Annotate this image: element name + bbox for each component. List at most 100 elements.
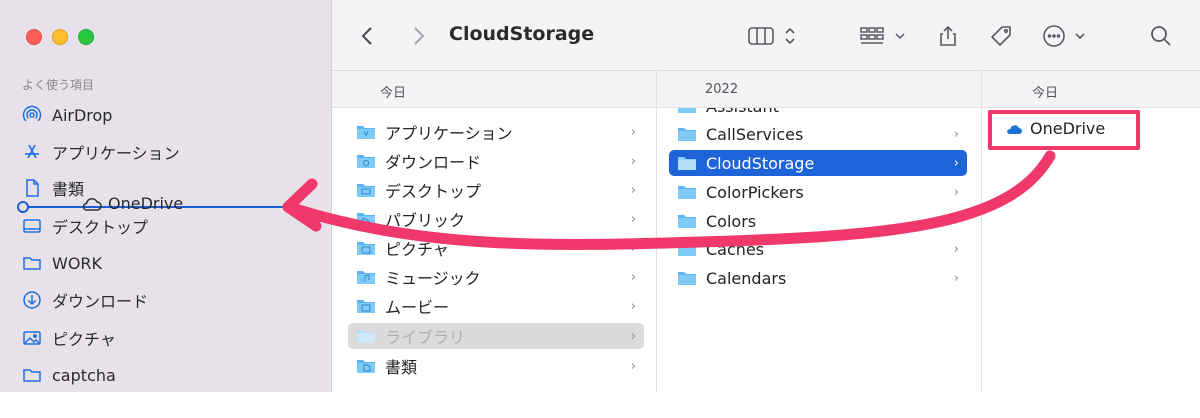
tag-icon <box>990 26 1011 47</box>
dragged-item-label: OneDrive <box>108 194 184 213</box>
sidebar-item-label: ダウンロード <box>52 292 149 311</box>
sidebar-item-label: ピクチャ <box>52 330 116 349</box>
list-item[interactable]: デスクトップ › <box>348 177 644 203</box>
list-item[interactable]: Caches › <box>669 236 967 262</box>
sidebar-item-label: アプリケーション <box>52 144 180 163</box>
list-item-selected[interactable]: CloudStorage › <box>669 150 967 176</box>
sidebar-item-captcha[interactable]: captcha <box>22 361 116 389</box>
folder-icon <box>678 157 696 170</box>
column-header-label: 今日 <box>1032 86 1059 101</box>
list-item-label: デスクトップ <box>385 182 482 201</box>
list-item-dimmed[interactable]: ライブラリ › <box>348 323 644 349</box>
list-item-label: ピクチャ <box>385 240 449 259</box>
list-item[interactable]: ダウンロード › <box>348 148 644 174</box>
list-item[interactable]: アプリケーション › <box>348 119 644 145</box>
page-bottom-margin <box>0 392 1200 418</box>
minimize-window-button[interactable] <box>52 29 68 45</box>
list-item-label: パブリック <box>385 211 466 230</box>
chevron-right-icon: › <box>953 214 959 229</box>
list-item[interactable]: ムービー › <box>348 293 644 319</box>
list-item[interactable]: ミュージック › <box>348 264 644 290</box>
chevron-right-icon: › <box>630 125 636 140</box>
sidebar-item-desktop[interactable]: デスクトップ <box>22 212 148 240</box>
forward-button[interactable] <box>406 22 430 50</box>
chevron-right-icon: › <box>630 299 636 314</box>
view-mode-button[interactable] <box>746 22 800 50</box>
column-header-label: 2022 <box>705 82 739 97</box>
column-library: Assistant 2022 CallServices › CloudStora… <box>657 71 982 392</box>
folder-icon <box>357 242 375 255</box>
sidebar-item-label: WORK <box>52 253 103 273</box>
ellipsis-circle-icon <box>1043 25 1085 47</box>
folder-icon <box>357 213 375 226</box>
list-item[interactable]: パブリック › <box>348 206 644 232</box>
sidebar: よく使う項目 AirDrop アプリケーション 書類 デスクトップ WORK ダ… <box>0 0 332 392</box>
folder-icon <box>357 330 375 343</box>
folder-icon <box>678 215 696 228</box>
cloud-icon <box>82 197 102 211</box>
list-item-label: ムービー <box>385 298 450 317</box>
list-item-label: ColorPickers <box>706 182 804 202</box>
list-item[interactable]: 書類 › <box>348 353 644 379</box>
list-item[interactable]: ピクチャ › <box>348 235 644 261</box>
folder-icon <box>357 300 375 313</box>
document-icon <box>22 178 42 198</box>
folder-icon <box>22 365 42 385</box>
sidebar-item-label: captcha <box>52 365 116 385</box>
tag-button[interactable] <box>988 22 1014 50</box>
list-item-label: CloudStorage <box>706 153 815 173</box>
download-icon <box>22 290 42 310</box>
list-item-label: ダウンロード <box>385 153 482 172</box>
pictures-icon <box>22 328 42 348</box>
toolbar: CloudStorage <box>332 0 1200 71</box>
folder-icon <box>678 186 696 199</box>
column-view-icon <box>748 27 795 45</box>
chevron-right-icon: › <box>953 127 959 142</box>
folder-icon <box>357 271 375 284</box>
chevron-right-icon: › <box>630 154 636 169</box>
close-window-button[interactable] <box>26 29 42 45</box>
list-item-label: Colors <box>706 211 757 231</box>
chevron-right-icon: › <box>630 241 636 256</box>
column-header: 2022 <box>657 71 981 108</box>
list-item-label: ライブラリ <box>385 328 466 347</box>
window-title: CloudStorage <box>449 23 595 45</box>
folder-icon <box>22 253 42 273</box>
folder-icon <box>357 360 375 373</box>
sidebar-item-applications[interactable]: アプリケーション <box>22 138 180 166</box>
chevron-right-icon: › <box>630 359 636 374</box>
dragged-item-ghost[interactable]: OneDrive <box>80 194 183 213</box>
list-item-label: Caches <box>706 239 765 259</box>
sidebar-item-pictures[interactable]: ピクチャ <box>22 324 116 352</box>
back-button[interactable] <box>356 22 380 50</box>
more-actions-button[interactable] <box>1042 22 1090 50</box>
chevron-right-icon: › <box>630 329 636 344</box>
sidebar-item-work[interactable]: WORK <box>22 249 102 277</box>
chevron-right-icon: › <box>953 271 959 286</box>
list-item[interactable]: CallServices › <box>669 121 967 147</box>
chevron-right-icon: › <box>953 242 959 257</box>
sidebar-item-label: デスクトップ <box>52 218 149 237</box>
list-item-label: CallServices <box>706 124 804 144</box>
sidebar-item-downloads[interactable]: ダウンロード <box>22 286 148 314</box>
share-button[interactable] <box>936 22 960 50</box>
annotation-highlight-box <box>988 110 1140 150</box>
chevron-left-icon <box>361 27 372 45</box>
drop-insertion-dot <box>17 201 29 213</box>
column-home: 今日 アプリケーション › ダウンロード › デスクトップ › パブリック › … <box>332 71 657 392</box>
list-item[interactable]: Colors › <box>669 208 967 234</box>
chevron-right-icon: › <box>953 156 959 171</box>
group-button[interactable] <box>858 22 910 50</box>
chevron-right-icon: › <box>953 185 959 200</box>
sidebar-item-documents[interactable]: 書類 <box>22 174 84 202</box>
search-button[interactable] <box>1149 22 1173 50</box>
list-item[interactable]: ColorPickers › <box>669 179 967 205</box>
chevron-right-icon: › <box>630 183 636 198</box>
zoom-window-button[interactable] <box>78 29 94 45</box>
chevron-right-icon <box>414 27 425 45</box>
sidebar-item-airdrop[interactable]: AirDrop <box>22 101 112 129</box>
column-header: 今日 <box>982 71 1200 108</box>
list-item-label: ミュージック <box>385 269 481 288</box>
list-item[interactable]: Calendars › <box>669 265 967 291</box>
column-header-label: 今日 <box>380 86 407 101</box>
